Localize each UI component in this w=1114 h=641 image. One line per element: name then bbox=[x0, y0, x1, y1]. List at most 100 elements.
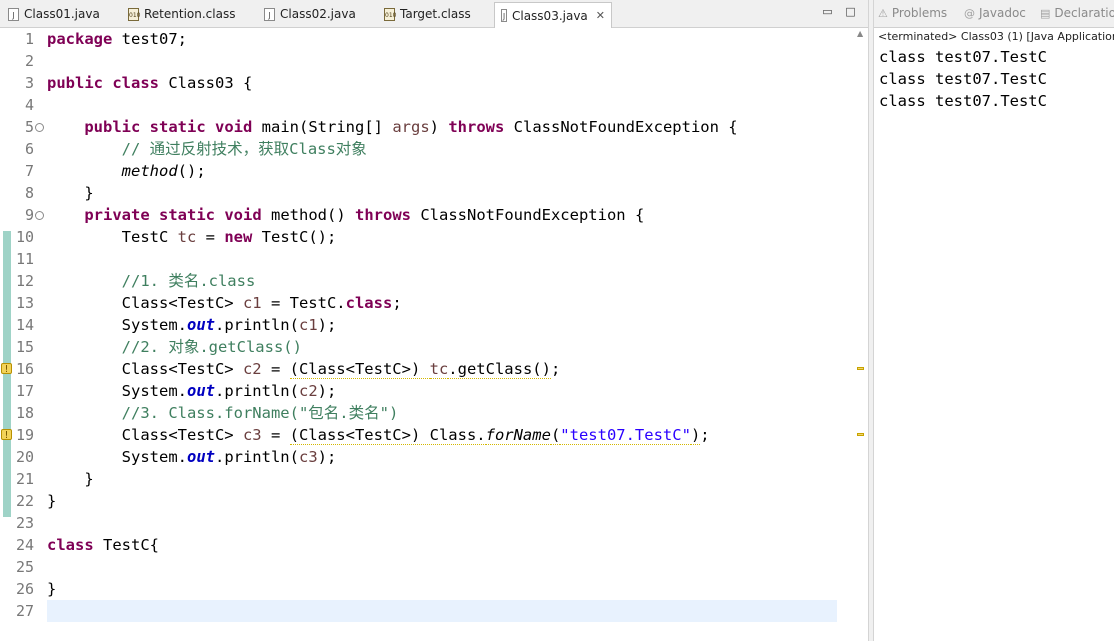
tab-declaration[interactable]: ▤ Declaration bbox=[1040, 6, 1114, 20]
tab-class02-java[interactable]: J Class02.java bbox=[258, 2, 374, 26]
code-line[interactable]: Class<TestC> c2 = (Class<TestC>) tc.getC… bbox=[47, 358, 837, 380]
warning-icon[interactable]: ! bbox=[1, 429, 12, 441]
tab-label: Class03.java bbox=[511, 8, 588, 23]
editor-tab-bar: J Class01.java 010 Retention.class J Cla… bbox=[0, 0, 868, 28]
code-line[interactable]: Class<TestC> c3 = (Class<TestC>) Class.f… bbox=[47, 424, 837, 446]
code-token: ; bbox=[392, 294, 402, 312]
code-line[interactable]: method(); bbox=[47, 160, 837, 182]
code-line[interactable] bbox=[47, 50, 837, 72]
line-number: 17 bbox=[15, 382, 34, 400]
tab-class01-java[interactable]: J Class01.java bbox=[2, 2, 118, 26]
tab-class03-java[interactable]: J Class03.java ✕ bbox=[494, 2, 612, 28]
code-token: TestC bbox=[47, 228, 178, 246]
code-token: static bbox=[149, 118, 206, 136]
code-line[interactable]: } bbox=[47, 578, 837, 600]
line-number: 15 bbox=[15, 338, 34, 356]
code-line[interactable] bbox=[47, 600, 837, 622]
scroll-up-icon[interactable]: ▲ bbox=[857, 30, 865, 38]
fold-collapse-icon[interactable] bbox=[35, 123, 44, 132]
maximize-icon[interactable]: □ bbox=[845, 6, 856, 17]
code-token: c1 bbox=[298, 316, 318, 334]
overview-ruler[interactable] bbox=[837, 28, 868, 641]
code-token: public bbox=[47, 74, 103, 92]
code-line[interactable]: System.out.println(c3); bbox=[47, 446, 837, 468]
code-token: System. bbox=[47, 382, 187, 400]
code-token: .getClass() bbox=[448, 360, 551, 379]
tab-javadoc[interactable]: @ Javadoc bbox=[964, 6, 1026, 20]
code-line[interactable]: TestC tc = new TestC(); bbox=[47, 226, 837, 248]
code-token: public bbox=[84, 118, 141, 136]
code-line[interactable]: public class Class03 { bbox=[47, 72, 837, 94]
line-number: 2 bbox=[24, 52, 34, 70]
code-token: TestC{ bbox=[93, 536, 159, 554]
console-pane: ⚠ Problems @ Javadoc ▤ Declaration <term… bbox=[874, 0, 1114, 641]
line-number: 11 bbox=[15, 250, 34, 268]
fold-collapse-icon[interactable] bbox=[35, 211, 44, 220]
code-line[interactable]: // 通过反射技术，获取Class对象 bbox=[47, 138, 837, 160]
warning-icon[interactable]: ! bbox=[1, 363, 12, 375]
tab-target-class[interactable]: 010 Target.class bbox=[378, 2, 490, 26]
code-line[interactable]: //3. Class.forName("包名.类名") bbox=[47, 402, 837, 424]
code-token: void bbox=[215, 118, 253, 136]
code-line[interactable]: Class<TestC> c1 = TestC.class; bbox=[47, 292, 837, 314]
code-token: System. bbox=[47, 316, 187, 334]
code-token: throws bbox=[355, 206, 411, 224]
tab-label: Declaration bbox=[1054, 6, 1114, 20]
class-file-icon: 010 bbox=[384, 7, 396, 21]
code-line[interactable] bbox=[47, 94, 837, 116]
code-token: out bbox=[186, 448, 215, 466]
close-icon[interactable]: ✕ bbox=[596, 9, 605, 22]
code-line[interactable]: System.out.println(c2); bbox=[47, 380, 837, 402]
code-line[interactable]: } bbox=[47, 182, 837, 204]
warning-marker[interactable] bbox=[857, 433, 864, 436]
code-line[interactable]: public static void main(String[] args) t… bbox=[47, 116, 837, 138]
code-line[interactable]: //2. 对象.getClass() bbox=[47, 336, 837, 358]
line-number: 25 bbox=[15, 558, 34, 576]
code-line[interactable] bbox=[47, 512, 837, 534]
code-token: = TestC. bbox=[261, 294, 346, 312]
code-token: (Class<TestC>) bbox=[289, 360, 430, 379]
code-token: } bbox=[47, 470, 94, 488]
tab-label: Class01.java bbox=[24, 7, 100, 21]
code-line[interactable]: package test07; bbox=[47, 28, 837, 50]
line-number: 13 bbox=[15, 294, 34, 312]
code-token: } bbox=[47, 492, 57, 510]
code-token: private bbox=[84, 206, 150, 224]
tab-label: Problems bbox=[891, 6, 948, 20]
code-token: void bbox=[224, 206, 262, 224]
code-line[interactable] bbox=[47, 556, 837, 578]
code-token: ; bbox=[550, 360, 561, 378]
line-number: 20 bbox=[15, 448, 34, 466]
code-token: tc bbox=[429, 360, 449, 379]
line-number: 12 bbox=[15, 272, 34, 290]
code-token: //3. Class.forName("包名.类名") bbox=[47, 404, 399, 422]
code-token: = bbox=[261, 426, 290, 444]
code-token: main(String[] bbox=[252, 118, 393, 136]
tab-retention-class[interactable]: 010 Retention.class bbox=[122, 2, 254, 26]
code-token: .println( bbox=[214, 316, 299, 334]
code-line[interactable]: //1. 类名.class bbox=[47, 270, 837, 292]
code-line[interactable]: private static void method() throws Clas… bbox=[47, 204, 837, 226]
code-token: .println( bbox=[214, 448, 299, 466]
code-token: ) bbox=[690, 426, 701, 445]
code-line[interactable]: class TestC{ bbox=[47, 534, 837, 556]
code-token: class bbox=[345, 294, 393, 312]
code-token: ClassNotFoundException { bbox=[504, 118, 738, 136]
minimize-icon[interactable]: ▭ bbox=[822, 6, 833, 17]
code-line[interactable]: System.out.println(c1); bbox=[47, 314, 837, 336]
code-line[interactable]: } bbox=[47, 468, 837, 490]
code-editor[interactable]: package test07; public class Class03 { pu… bbox=[47, 28, 837, 641]
code-token: args bbox=[392, 118, 430, 136]
line-number: 8 bbox=[24, 184, 34, 202]
code-line[interactable] bbox=[47, 248, 837, 270]
code-line[interactable]: } bbox=[47, 490, 837, 512]
warning-marker[interactable] bbox=[857, 367, 864, 370]
console-output-line: class test07.TestC bbox=[879, 92, 1047, 110]
code-token: out bbox=[186, 316, 215, 334]
java-file-icon: J bbox=[8, 7, 19, 21]
code-token: ); bbox=[317, 382, 337, 400]
tab-problems[interactable]: ⚠ Problems bbox=[878, 6, 947, 20]
code-token: throws bbox=[448, 118, 505, 136]
